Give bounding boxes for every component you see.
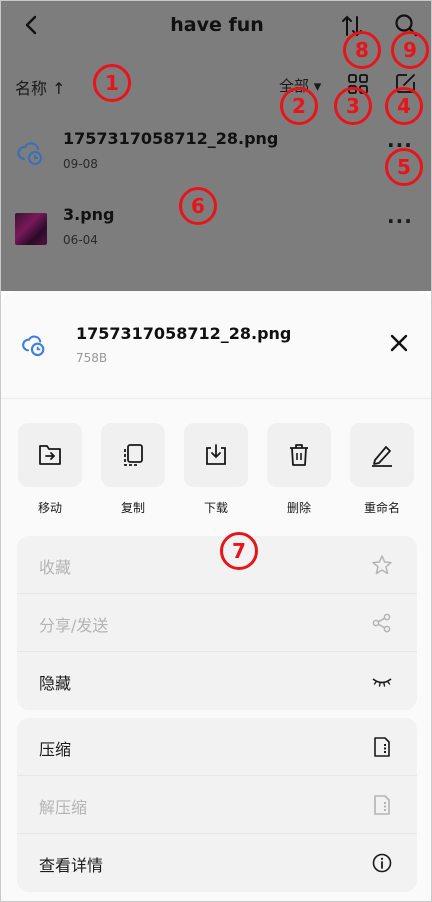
- more-options-button[interactable]: ···: [387, 209, 413, 233]
- delete-label: 删除: [286, 501, 311, 515]
- file-row[interactable]: 1757317058712_28.png 09-08 ···: [1, 125, 431, 193]
- annotation-badge: 4: [385, 87, 423, 125]
- star-icon: [372, 555, 392, 575]
- download-label: 下载: [203, 501, 228, 515]
- trash-icon: [290, 444, 308, 466]
- rename-button[interactable]: 重命名: [349, 423, 415, 516]
- move-tile: [18, 423, 82, 487]
- annotation-badge: 5: [385, 148, 423, 186]
- sheet-file-size: 758B: [76, 351, 108, 365]
- image-thumbnail: [15, 213, 47, 245]
- download-icon: [206, 444, 226, 465]
- annotation-badge: 3: [334, 87, 372, 125]
- annotation-badge: 1: [93, 64, 131, 102]
- cloud-sync-icon: [17, 142, 43, 166]
- cloud-sync-icon: [22, 335, 45, 357]
- sheet-file-name: 1757317058712_28.png: [76, 324, 292, 343]
- download-button[interactable]: 下载: [183, 423, 249, 516]
- rename-tile: [350, 423, 414, 487]
- copy-button[interactable]: 复制: [100, 423, 166, 516]
- menu-group-secondary: 压缩 解压缩 查看详情: [17, 718, 417, 892]
- move-icon: [39, 445, 61, 465]
- close-icon[interactable]: [387, 331, 411, 355]
- share-icon: [372, 613, 391, 633]
- file-row[interactable]: 3.png 06-04 ···: [1, 201, 431, 269]
- copy-label: 复制: [120, 501, 145, 515]
- hide-label: 隐藏: [39, 674, 72, 693]
- delete-button[interactable]: 删除: [266, 423, 332, 516]
- decompress-icon: [374, 795, 390, 815]
- sheet-header: 1757317058712_28.png 758B: [1, 291, 431, 399]
- file-name: 3.png: [63, 205, 115, 224]
- delete-tile: [267, 423, 331, 487]
- copy-icon: [124, 444, 143, 466]
- file-actions-sheet: 1757317058712_28.png 758B 移动 复制 下载 删除 重命…: [1, 291, 431, 901]
- menu-group-primary: 收藏 分享/发送 隐藏: [17, 536, 417, 710]
- quick-actions: 移动 复制 下载 删除 重命名: [1, 423, 431, 516]
- annotation-badge: 2: [280, 87, 318, 125]
- hide-item[interactable]: 隐藏: [17, 652, 417, 710]
- compress-label: 压缩: [39, 740, 72, 759]
- annotation-badge: 6: [179, 187, 217, 225]
- rename-label: 重命名: [363, 501, 400, 515]
- info-icon: [372, 853, 392, 873]
- favorite-label: 收藏: [39, 558, 72, 577]
- compress-item[interactable]: 压缩: [17, 718, 417, 776]
- sort-by-name-button[interactable]: 名称 ↑: [15, 75, 66, 99]
- download-tile: [184, 423, 248, 487]
- hide-eye-icon: [372, 678, 392, 687]
- details-item[interactable]: 查看详情: [17, 834, 417, 892]
- favorite-item[interactable]: 收藏: [17, 536, 417, 594]
- decompress-label: 解压缩: [39, 798, 88, 817]
- move-button[interactable]: 移动: [17, 423, 83, 516]
- file-date: 09-08: [63, 157, 98, 171]
- file-date: 06-04: [63, 233, 98, 247]
- decompress-item[interactable]: 解压缩: [17, 776, 417, 834]
- move-label: 移动: [37, 501, 62, 515]
- annotation-badge: 8: [343, 31, 381, 69]
- rename-icon: [372, 446, 392, 467]
- copy-tile: [101, 423, 165, 487]
- details-label: 查看详情: [39, 856, 104, 875]
- annotation-badge: 9: [391, 31, 429, 69]
- annotation-badge: 7: [220, 532, 258, 570]
- screen: have fun 名称 ↑ 全部 ▾ 1757317058712_28.png …: [0, 0, 432, 902]
- share-label: 分享/发送: [39, 616, 109, 635]
- compress-icon: [374, 737, 390, 757]
- share-item[interactable]: 分享/发送: [17, 594, 417, 652]
- file-name: 1757317058712_28.png: [63, 129, 279, 148]
